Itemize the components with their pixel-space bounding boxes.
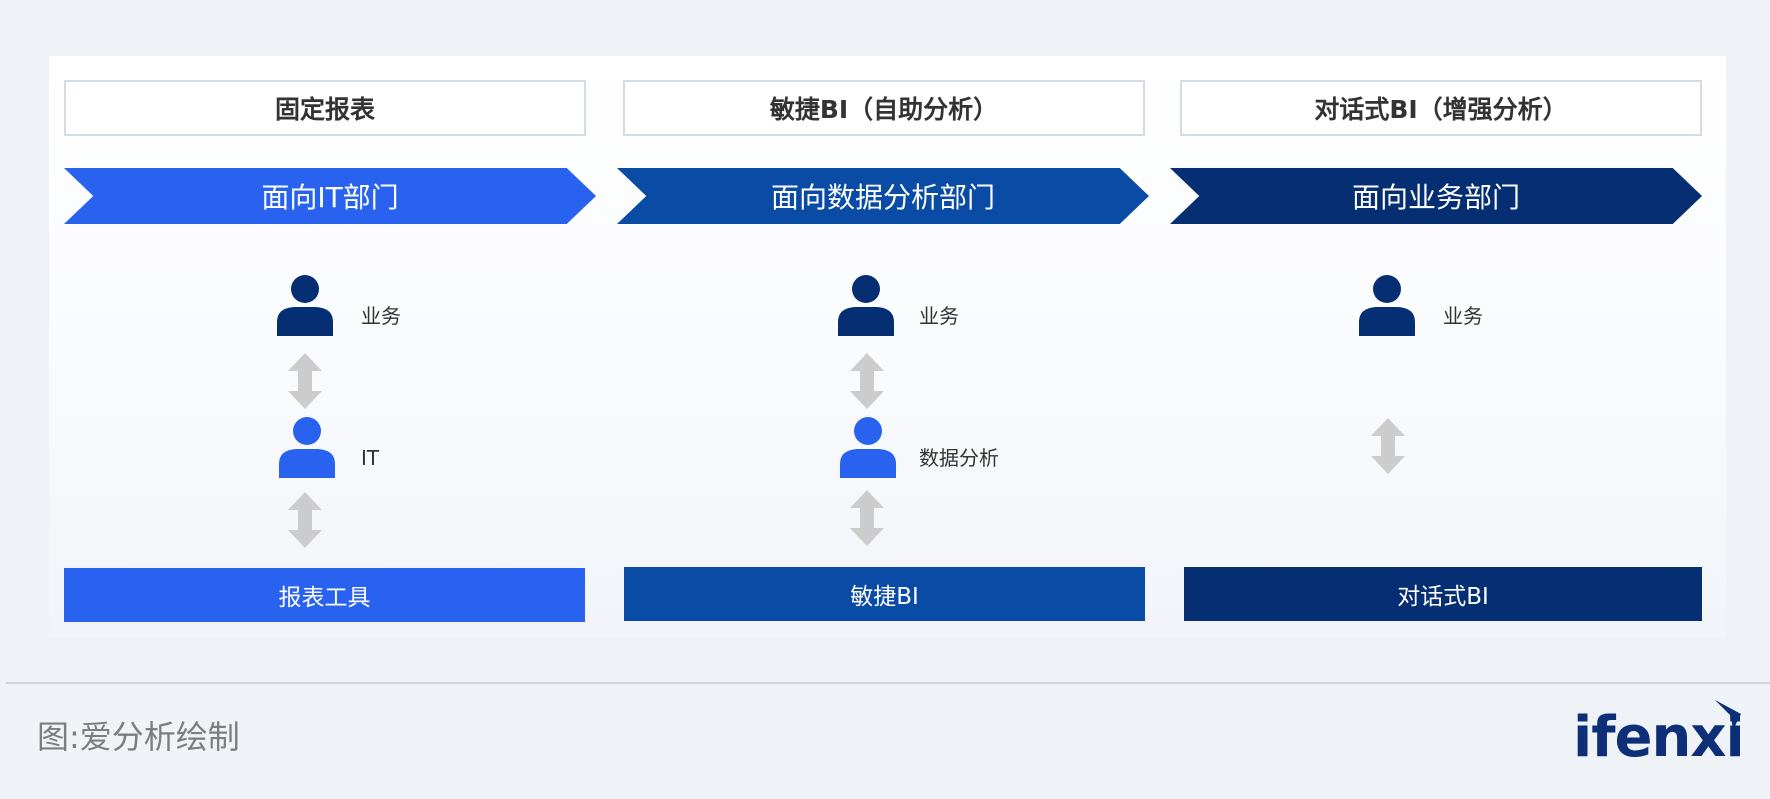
column-title-agile-bi: 敏捷BI（自助分析）: [623, 80, 1145, 136]
column-title-conversational-bi: 对话式BI（增强分析）: [1180, 80, 1702, 136]
double-arrow-icon: [850, 353, 884, 409]
ifenxi-logo: ifenxi: [1573, 700, 1745, 770]
tool-box-report-tool: 报表工具: [64, 568, 585, 622]
source-caption: 图:爱分析绘制: [37, 718, 240, 756]
double-arrow-icon: [850, 490, 884, 546]
audience-banner-it: 面向IT部门: [64, 168, 596, 224]
audience-banner-data-analysis: 面向数据分析部门: [617, 168, 1149, 224]
double-arrow-icon: [288, 492, 322, 548]
double-arrow-icon: [288, 353, 322, 409]
footer-divider: [6, 682, 1770, 684]
diagram-panel: 固定报表 面向IT部门 业务 IT 报表工具 敏捷BI（自助分析） 面向数据分析…: [49, 56, 1726, 638]
data-analyst-person-icon: [840, 417, 896, 478]
role-label-business: 业务: [919, 304, 959, 328]
business-person-icon: [838, 275, 894, 336]
double-arrow-icon: [1371, 418, 1405, 474]
role-label-data-analysis: 数据分析: [919, 446, 999, 470]
role-label-it: IT: [361, 446, 380, 470]
business-person-icon: [277, 275, 333, 336]
logo-arrow-icon: [1715, 700, 1741, 730]
tool-box-conversational-bi: 对话式BI: [1184, 567, 1702, 621]
tool-box-agile-bi: 敏捷BI: [624, 567, 1145, 621]
role-label-business: 业务: [361, 304, 401, 328]
audience-banner-business: 面向业务部门: [1170, 168, 1702, 224]
it-person-icon: [279, 417, 335, 478]
column-title-fixed-reports: 固定报表: [64, 80, 586, 136]
business-person-icon: [1359, 275, 1415, 336]
role-label-business: 业务: [1443, 304, 1483, 328]
